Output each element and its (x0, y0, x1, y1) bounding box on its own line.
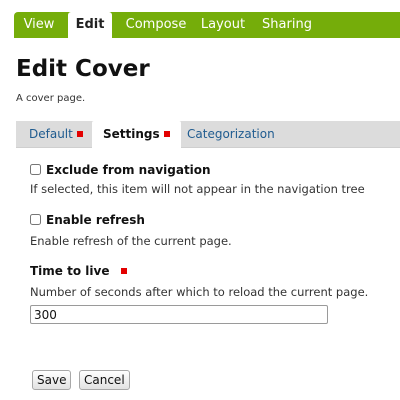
enable-refresh-label: Enable refresh (46, 213, 145, 227)
enable-refresh-help: Enable refresh of the current page. (30, 234, 232, 248)
enable-refresh-checkbox[interactable] (30, 214, 41, 225)
cancel-button[interactable]: Cancel (79, 370, 130, 390)
subtab-categorization[interactable]: Categorization (187, 121, 275, 147)
exclude-from-navigation-field[interactable]: Exclude from navigation (30, 163, 211, 177)
tab-view[interactable]: View (14, 12, 64, 38)
subtab-default[interactable]: Default (29, 121, 83, 147)
time-to-live-help: Number of seconds after which to reload … (30, 285, 369, 299)
time-to-live-input[interactable] (30, 305, 328, 324)
subtab-settings-label: Settings (103, 127, 160, 141)
tab-layout[interactable]: Layout (194, 12, 252, 38)
exclude-from-navigation-label: Exclude from navigation (46, 163, 211, 177)
tab-edit[interactable]: Edit (68, 12, 112, 39)
required-marker-icon (163, 130, 170, 137)
time-to-live-label: Time to live (30, 264, 110, 278)
subtab-settings[interactable]: Settings (92, 121, 181, 149)
required-marker-icon (76, 130, 83, 137)
exclude-from-navigation-help: If selected, this item will not appear i… (30, 182, 365, 196)
required-marker-icon (121, 267, 128, 274)
page-title: Edit Cover (16, 56, 150, 82)
save-button[interactable]: Save (32, 370, 72, 390)
subtab-default-label: Default (29, 127, 73, 141)
tab-compose[interactable]: Compose (118, 12, 194, 38)
exclude-from-navigation-checkbox[interactable] (30, 164, 41, 175)
enable-refresh-field[interactable]: Enable refresh (30, 213, 145, 227)
page-description: A cover page. (16, 93, 86, 104)
time-to-live-label-row: Time to live (30, 264, 128, 278)
top-tab-bar: View Edit Compose Layout Sharing (14, 12, 400, 39)
form-tab-bar: Default Settings Categorization (16, 121, 400, 149)
tab-sharing[interactable]: Sharing (256, 12, 318, 38)
